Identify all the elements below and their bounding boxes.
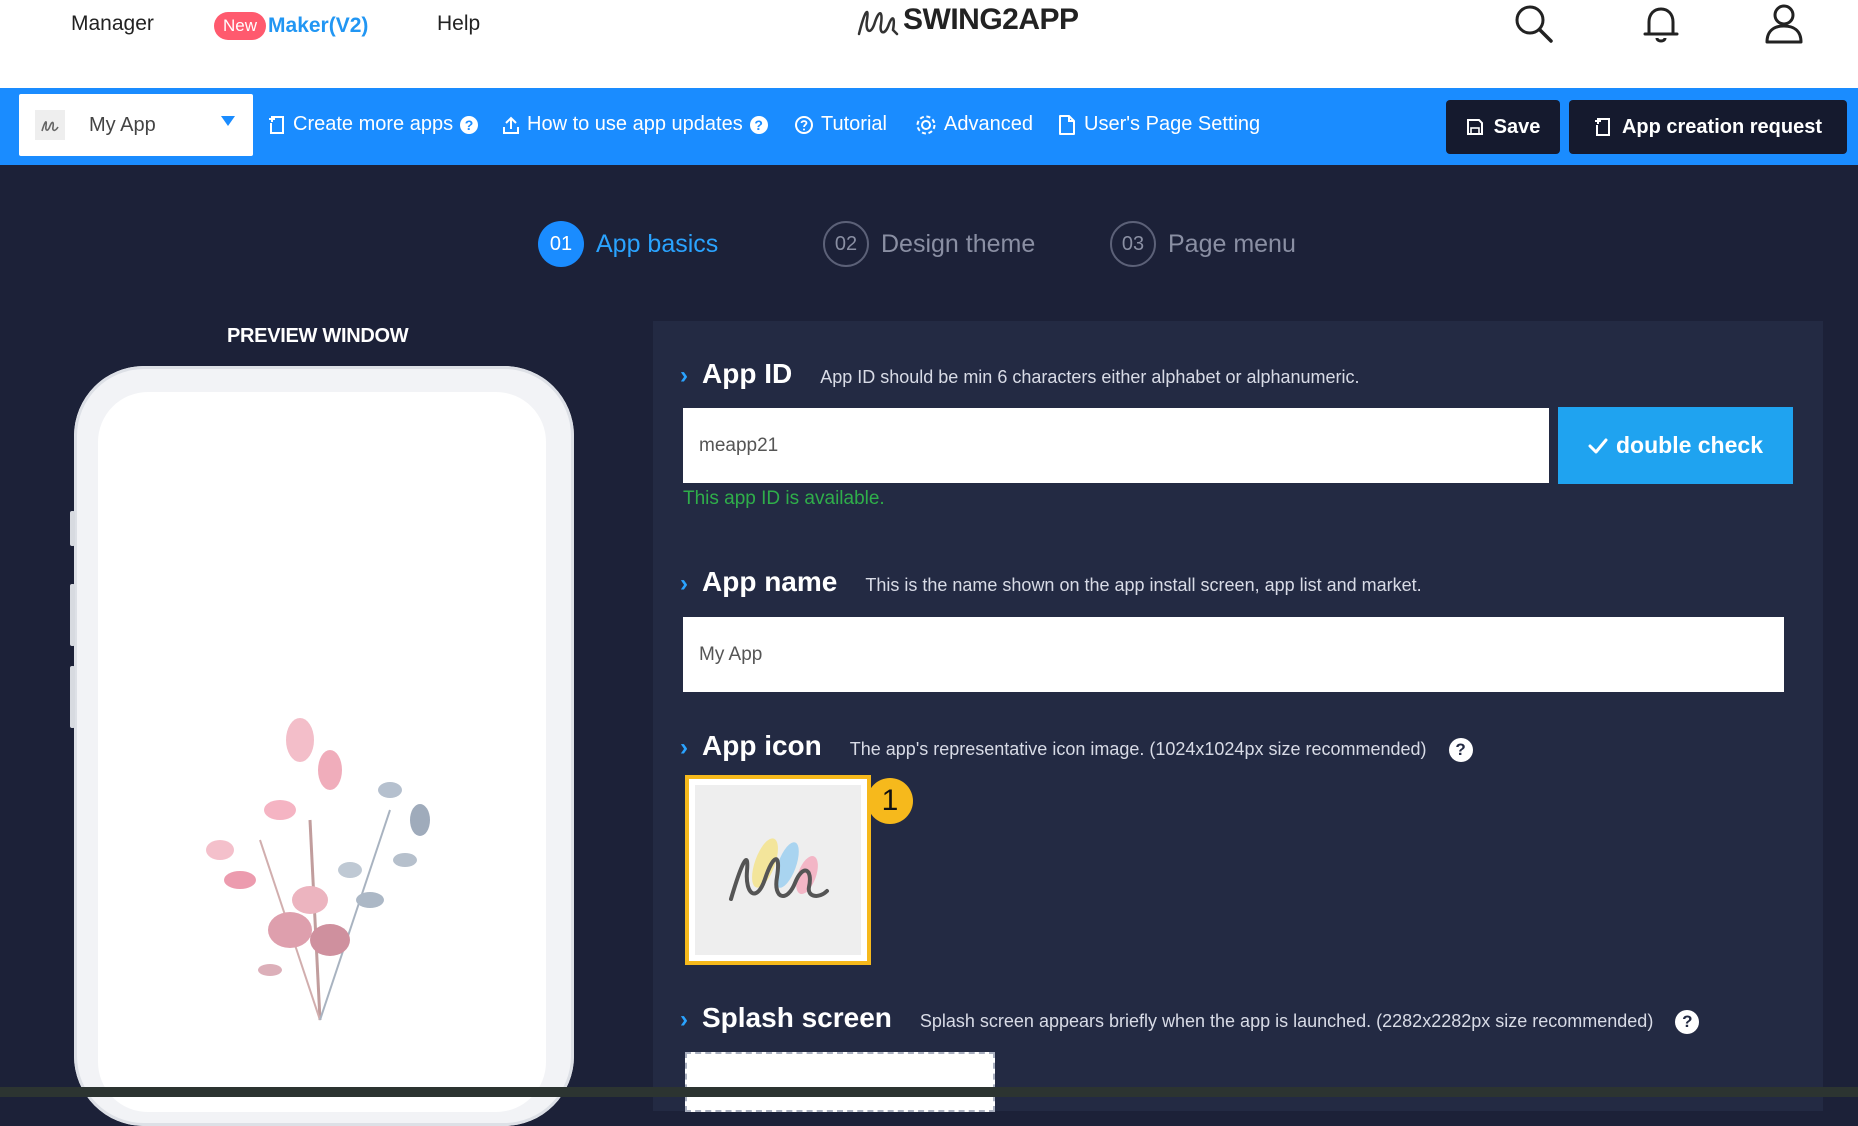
document-icon <box>1059 114 1075 135</box>
preview-window-title: PREVIEW WINDOW <box>227 325 409 347</box>
flower-bouquet-image <box>206 718 430 1021</box>
splash-screen-label: Splash screen <box>702 1002 892 1033</box>
step-label: Design theme <box>881 229 1036 258</box>
app-name-description: This is the name shown on the app instal… <box>865 575 1422 595</box>
save-button[interactable]: Save <box>1446 100 1560 154</box>
help-question-icon[interactable]: ? <box>1675 1010 1700 1034</box>
logo-mark-icon <box>855 0 899 40</box>
step-number: 01 <box>538 221 584 267</box>
advanced-link[interactable]: Advanced <box>915 113 1033 136</box>
new-badge: New <box>214 12 267 40</box>
app-id-section-title: › App ID App ID should be min 6 characte… <box>680 358 1360 390</box>
app-id-label: App ID <box>702 358 793 389</box>
checkmark-icon <box>1588 438 1608 453</box>
app-updates-link[interactable]: How to use app updates ? <box>502 113 768 136</box>
users-page-setting-label: User's Page Setting <box>1084 113 1261 135</box>
app-icon-upload[interactable] <box>685 775 871 965</box>
step-number: 03 <box>1110 221 1156 267</box>
splash-screen-description: Splash screen appears briefly when the a… <box>919 1011 1654 1031</box>
app-updates-label: How to use app updates <box>527 113 743 135</box>
step-app-basics[interactable]: 01 App basics <box>538 221 718 267</box>
bell-icon[interactable] <box>1637 0 1685 48</box>
app-id-description: App ID should be min 6 characters either… <box>820 367 1360 387</box>
new-page-icon <box>269 115 284 134</box>
app-select-value: My App <box>89 113 156 136</box>
app-id-input[interactable] <box>683 408 1549 483</box>
bottom-edge-bar <box>0 1087 1858 1097</box>
step-label: App basics <box>596 229 719 258</box>
app-icon-section-title: › App icon The app's representative icon… <box>680 730 1473 762</box>
floppy-disk-icon <box>1466 119 1483 135</box>
app-thumbnail-icon <box>35 110 65 140</box>
editor-toolbar: My App Create more apps ? How to use app… <box>0 88 1858 165</box>
step-design-theme[interactable]: 02 Design theme <box>823 221 1035 267</box>
app-name-label: App name <box>702 566 838 597</box>
swing2app-logo[interactable]: SWING2APP <box>855 0 1079 40</box>
create-more-apps-label: Create more apps <box>293 113 454 135</box>
app-name-section-title: › App name This is the name shown on the… <box>680 566 1422 598</box>
advanced-label: Advanced <box>944 113 1033 135</box>
step-number: 02 <box>823 221 869 267</box>
app-icon-description: The app's representative icon image. (10… <box>849 739 1427 759</box>
nav-maker-link[interactable]: New Maker(V2) <box>214 12 368 40</box>
app-icon-preview <box>695 785 861 955</box>
chevron-right-icon: › <box>680 734 688 761</box>
chevron-down-icon <box>221 116 235 126</box>
top-navigation: Manager New Maker(V2) Help SWING2APP <box>0 0 1858 88</box>
users-page-setting-link[interactable]: User's Page Setting <box>1057 113 1260 136</box>
step-marker-badge: 1 <box>867 778 913 824</box>
step-label: Page menu <box>1168 229 1296 258</box>
swing2app-logo-icon <box>729 838 829 901</box>
new-page-icon <box>1594 118 1610 136</box>
double-check-label: double check <box>1616 432 1763 458</box>
step-page-menu[interactable]: 03 Page menu <box>1110 221 1296 267</box>
question-circle-icon <box>795 115 813 134</box>
tutorial-link[interactable]: Tutorial <box>794 113 887 136</box>
save-label: Save <box>1493 115 1541 138</box>
tutorial-label: Tutorial <box>821 113 887 135</box>
maker-label: Maker(V2) <box>268 14 369 37</box>
nav-help-link[interactable]: Help <box>437 12 480 36</box>
app-select-dropdown[interactable]: My App <box>19 94 253 156</box>
app-creation-request-button[interactable]: App creation request <box>1569 100 1847 154</box>
nav-manager-link[interactable]: Manager <box>71 12 154 36</box>
chevron-right-icon: › <box>680 570 688 597</box>
user-icon[interactable] <box>1760 0 1808 48</box>
logo-text: SWING2APP <box>903 3 1079 36</box>
phone-side-button <box>70 666 75 728</box>
gear-icon <box>916 115 936 134</box>
help-question-icon[interactable]: ? <box>749 115 768 134</box>
help-question-icon[interactable]: ? <box>460 115 479 134</box>
search-icon[interactable] <box>1510 0 1558 48</box>
app-icon-label: App icon <box>702 730 822 761</box>
help-question-icon[interactable]: ? <box>1448 738 1473 762</box>
chevron-right-icon: › <box>680 1006 688 1033</box>
app-name-input[interactable] <box>683 617 1784 692</box>
app-id-availability-status: This app ID is available. <box>683 488 885 509</box>
phone-side-button <box>70 511 75 546</box>
phone-side-button <box>70 584 75 646</box>
splash-screen-upload[interactable] <box>685 1052 995 1112</box>
double-check-button[interactable]: double check <box>1558 407 1793 484</box>
create-more-apps-link[interactable]: Create more apps ? <box>268 113 479 136</box>
app-creation-request-label: App creation request <box>1621 115 1823 138</box>
upload-icon <box>503 116 519 134</box>
chevron-right-icon: › <box>680 362 688 389</box>
splash-screen-section-title: › Splash screen Splash screen appears br… <box>680 1002 1700 1034</box>
